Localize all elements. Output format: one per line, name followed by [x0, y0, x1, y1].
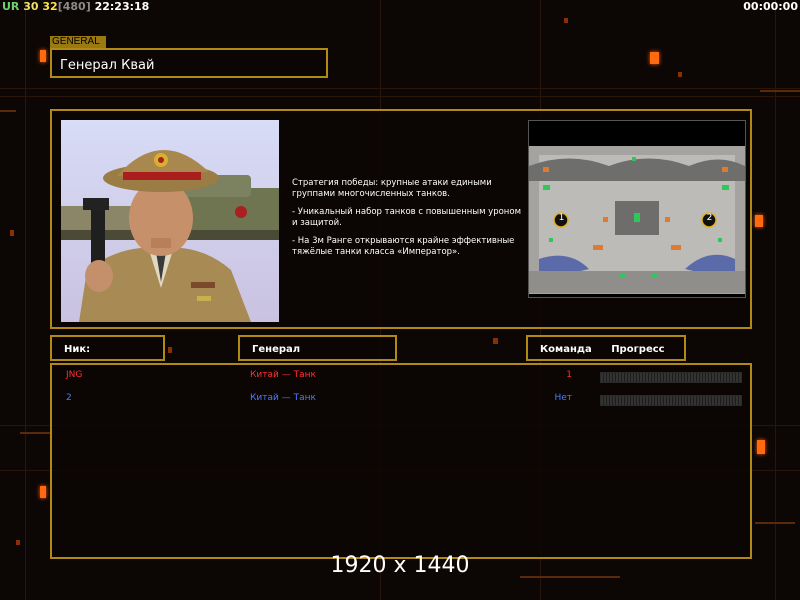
description-bullet: - Уникальный набор танков с повышенным у…: [292, 207, 521, 228]
bg-light: [678, 72, 682, 77]
bg-light: [168, 347, 172, 353]
hud-stats: UR 30 32[480] 22:23:18: [2, 0, 149, 13]
players-list: JNG Китай — Танк 1 2 Китай — Танк Нет: [50, 363, 752, 559]
description-strategy: Стратегия победы: крупные атаки едиными …: [292, 178, 492, 199]
player-general: Китай — Танк: [250, 393, 316, 403]
player-progress-bar: [600, 395, 742, 406]
general-portrait: [61, 120, 279, 322]
bg-light: [10, 230, 14, 236]
hud-value: 32: [42, 0, 58, 13]
start-position-1: 1: [558, 213, 565, 223]
bg-light: [40, 486, 46, 498]
bg-light: [650, 52, 659, 64]
header-progress: Прогресс: [611, 344, 665, 355]
hud-value: 30: [23, 0, 39, 13]
bg-light: [755, 215, 763, 227]
player-progress-bar: [600, 372, 742, 383]
bg-dash: [755, 522, 795, 524]
general-info-panel: Стратегия победы: крупные атаки едиными …: [50, 109, 752, 329]
resolution-label: 1920 x 1440: [330, 553, 470, 578]
description-bullet: - На 3м Ранге открываются крайне эффекти…: [292, 236, 515, 257]
hud-value: [480]: [57, 0, 91, 13]
player-team: 1: [566, 370, 572, 380]
hud-ur: UR: [2, 0, 20, 13]
hud-clock: 22:23:18: [94, 0, 150, 13]
general-description: Стратегия победы: крупные атаки едиными …: [292, 178, 528, 265]
bg-line: [0, 96, 800, 97]
header-general: Генерал: [238, 335, 397, 361]
bg-dash: [760, 90, 800, 92]
player-row: JNG Китай — Танк 1: [52, 370, 752, 384]
bg-dash: [20, 432, 50, 434]
bg-dash: [0, 110, 16, 112]
header-nick: Ник:: [50, 335, 165, 361]
player-team: Нет: [554, 393, 572, 403]
start-position-2: 2: [706, 213, 713, 223]
player-general: Китай — Танк: [250, 370, 316, 380]
bg-light: [757, 440, 765, 454]
bg-light: [493, 338, 498, 344]
hud-timer: 00:00:00: [743, 0, 798, 13]
bg-light: [16, 540, 20, 545]
bg-light: [564, 18, 568, 23]
player-nick: JNG: [66, 370, 83, 380]
general-tag: GENERAL: [50, 36, 106, 48]
bg-line: [0, 88, 800, 89]
player-nick: 2: [66, 393, 72, 403]
map-preview: 1 2: [528, 120, 746, 298]
bg-light: [40, 50, 46, 62]
header-team-progress: Команда Прогресс: [526, 335, 686, 361]
general-name: Генерал Квай: [50, 48, 328, 78]
bg-line: [25, 0, 26, 600]
header-team: Команда: [540, 344, 592, 355]
player-row: 2 Китай — Танк Нет: [52, 393, 752, 407]
